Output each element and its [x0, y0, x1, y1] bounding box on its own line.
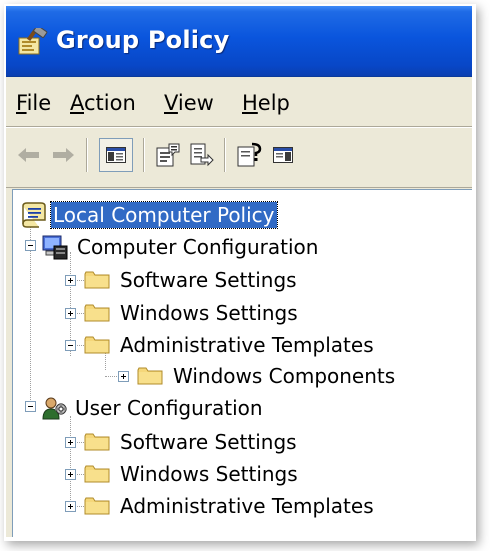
- folder-icon: [84, 336, 110, 354]
- export-list-icon: [190, 143, 214, 167]
- computer-config-icon: [42, 235, 68, 260]
- menu-action-mnemonic: A: [70, 91, 84, 115]
- toolbar-divider: [224, 138, 225, 172]
- tree-node-label: Software Settings: [120, 430, 297, 454]
- menu-help-mnemonic: H: [242, 91, 258, 115]
- tree-node-label: Windows Components: [173, 364, 396, 388]
- show-hide-action-pane-button[interactable]: [268, 140, 298, 170]
- policy-tree[interactable]: Local Computer Policy Computer Configura…: [12, 189, 472, 537]
- expand-toggle[interactable]: [65, 437, 76, 448]
- menu-view[interactable]: View: [164, 91, 214, 115]
- properties-button[interactable]: [153, 140, 183, 170]
- tree-node-label: Administrative Templates: [120, 333, 374, 357]
- user-config-icon: [42, 397, 67, 420]
- tree-node-computer-configuration[interactable]: Computer Configuration: [41, 232, 320, 262]
- menu-file-label: ile: [26, 91, 52, 115]
- menu-action-label: ction: [84, 91, 136, 115]
- folder-icon: [84, 433, 110, 451]
- properties-icon: [156, 143, 180, 167]
- folder-icon: [84, 304, 110, 322]
- menu-help[interactable]: Help: [242, 91, 290, 115]
- tree-node-local-computer-policy[interactable]: Local Computer Policy: [19, 200, 278, 230]
- tree-node-label: Software Settings: [120, 268, 297, 292]
- folder-icon: [84, 271, 110, 289]
- expand-toggle[interactable]: [65, 501, 76, 512]
- group-policy-icon: [18, 28, 48, 55]
- tree-node-label: User Configuration: [75, 396, 263, 420]
- forward-button[interactable]: [48, 140, 78, 170]
- menu-view-mnemonic: V: [164, 91, 178, 115]
- tree-node-user-windows-settings[interactable]: Windows Settings: [84, 459, 300, 489]
- window-title: Group Policy: [56, 26, 230, 54]
- tree-connector: [30, 224, 31, 406]
- expand-toggle[interactable]: [118, 371, 129, 382]
- tree-node-software-settings[interactable]: Software Settings: [84, 265, 299, 295]
- menu-bar: File Action View Help: [6, 77, 472, 127]
- menu-help-label: elp: [257, 91, 290, 115]
- tree-node-windows-settings[interactable]: Windows Settings: [84, 298, 300, 328]
- tree-node-label: Computer Configuration: [77, 235, 319, 259]
- back-arrow-icon: [18, 148, 39, 162]
- tree-node-label: Local Computer Policy: [50, 201, 278, 229]
- expand-toggle[interactable]: [65, 275, 76, 286]
- expand-toggle[interactable]: [65, 308, 76, 319]
- toolbar: [6, 128, 472, 186]
- tree-node-label: Administrative Templates: [120, 494, 374, 518]
- tree-node-windows-components[interactable]: Windows Components: [137, 361, 397, 391]
- menu-file[interactable]: File: [16, 91, 51, 115]
- show-hide-tree-button[interactable]: [99, 138, 133, 172]
- toolbar-separator: [6, 187, 472, 188]
- menu-action[interactable]: Action: [70, 91, 136, 115]
- collapse-toggle[interactable]: [25, 401, 36, 412]
- show-hide-tree-icon: [106, 147, 126, 163]
- collapse-toggle[interactable]: [65, 340, 76, 351]
- tree-node-label: Windows Settings: [120, 301, 298, 325]
- title-bar[interactable]: Group Policy: [6, 6, 472, 77]
- menu-view-label: iew: [177, 91, 214, 115]
- help-button[interactable]: [234, 140, 264, 170]
- folder-icon: [84, 465, 110, 483]
- tree-connector: [105, 376, 119, 377]
- folder-icon: [137, 367, 163, 385]
- tree-node-user-administrative-templates[interactable]: Administrative Templates: [84, 491, 376, 521]
- back-button[interactable]: [14, 140, 44, 170]
- toolbar-divider: [143, 138, 144, 172]
- expand-toggle[interactable]: [65, 469, 76, 480]
- tree-node-administrative-templates[interactable]: Administrative Templates: [84, 330, 376, 360]
- group-policy-window: Group Policy File Action View Help Local…: [6, 6, 472, 537]
- menu-file-mnemonic: F: [16, 91, 27, 115]
- tree-node-user-configuration[interactable]: User Configuration: [41, 393, 265, 423]
- show-hide-action-pane-icon: [273, 147, 293, 163]
- tree-node-label: Windows Settings: [120, 462, 298, 486]
- tree-node-user-software-settings[interactable]: Software Settings: [84, 427, 299, 457]
- collapse-toggle[interactable]: [25, 240, 36, 251]
- forward-arrow-icon: [53, 148, 74, 162]
- folder-icon: [84, 497, 110, 515]
- export-list-button[interactable]: [186, 140, 216, 170]
- help-icon: [237, 142, 262, 167]
- tree-connector: [70, 416, 71, 510]
- policy-scroll-icon: [22, 202, 46, 228]
- toolbar-divider: [86, 138, 87, 172]
